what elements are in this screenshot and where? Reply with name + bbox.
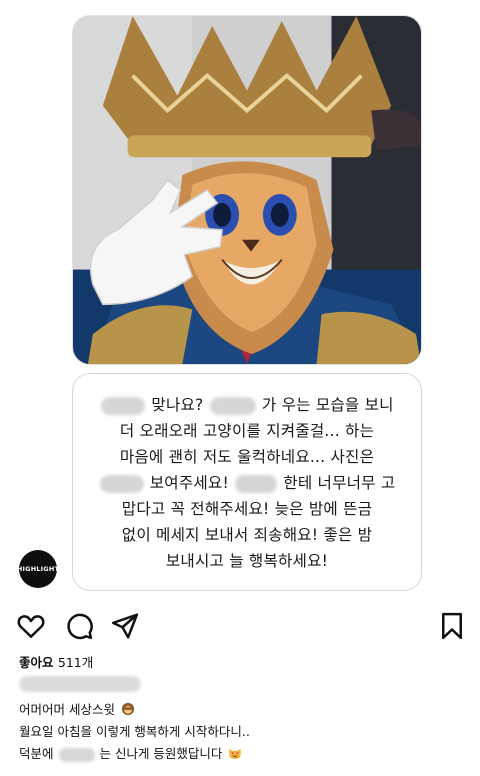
likes-count[interactable]: 좋아요 511개 xyxy=(19,652,93,671)
heart-eyes-cat-emoji-icon xyxy=(229,748,242,760)
heart-icon[interactable] xyxy=(16,611,46,641)
redacted-name xyxy=(235,474,278,493)
message-line: 보내시고 늘 행복하세요! xyxy=(165,552,329,570)
send-icon[interactable] xyxy=(110,611,140,641)
post-photo[interactable] xyxy=(72,15,422,365)
message-bubble: 맞나요? 가 우는 모습을 보니 더 오래오래 고양이를 지켜줄걸... 하는 … xyxy=(72,373,422,591)
message-line: 맙다고 꼭 전해주세요! 늦은 밤에 뜬금 xyxy=(121,500,373,518)
masked-performer-image xyxy=(73,16,421,364)
message-line: 보여주세요! 한테 너무너무 고 xyxy=(83,470,411,496)
message-line: 마음에 괜히 저도 울컥하네요... 사진은 xyxy=(119,448,375,466)
comment-icon[interactable] xyxy=(64,611,94,641)
post-action-bar xyxy=(16,611,464,641)
redacted-name xyxy=(209,396,256,415)
message-line: 없이 메세지 보내서 죄송해요! 좋은 밤 xyxy=(121,526,373,544)
caption-line: 덕분에 는 신나게 등원했답니다 xyxy=(19,743,242,762)
redacted-username xyxy=(19,676,141,692)
bookmark-icon[interactable] xyxy=(437,611,467,641)
channel-logo[interactable]: HIGHLIGHT xyxy=(17,550,59,588)
monkey-emoji-icon xyxy=(121,702,135,716)
redacted-name xyxy=(101,396,146,415)
caption-line: 월요일 아침을 이렇게 행복하게 시작하다니.. xyxy=(19,724,250,739)
redacted-name xyxy=(99,474,144,493)
caption-line: 어머어머 세상스윗 xyxy=(19,699,135,718)
message-line: 더 오래오래 고양이를 지켜줄걸... 하는 xyxy=(119,422,375,440)
message-line: 맞나요? 가 우는 모습을 보니 xyxy=(83,392,411,418)
redacted-name xyxy=(58,747,95,762)
